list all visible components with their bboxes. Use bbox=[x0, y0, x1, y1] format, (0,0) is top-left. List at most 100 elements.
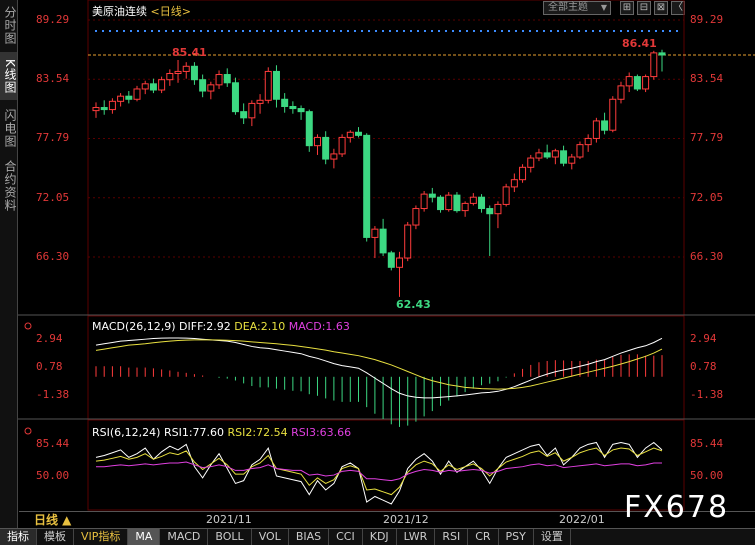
event-marker-dot bbox=[396, 30, 398, 32]
tb-psy[interactable]: PSY bbox=[499, 529, 534, 545]
low-annotation: 62.43 bbox=[396, 298, 431, 311]
event-marker-dot bbox=[641, 30, 643, 32]
price-tick-right: 83.54 bbox=[690, 72, 724, 85]
tb-macd[interactable]: MACD bbox=[160, 529, 209, 545]
kline-chart[interactable] bbox=[0, 0, 755, 545]
candle-body bbox=[338, 136, 346, 155]
tb-indicators[interactable]: 指标 bbox=[0, 529, 37, 545]
candle-body bbox=[658, 52, 666, 56]
event-marker-dot bbox=[116, 30, 118, 32]
event-marker-dot bbox=[130, 30, 132, 32]
macd-settings-icon bbox=[24, 322, 32, 330]
candle-body bbox=[371, 228, 379, 238]
tb-cci[interactable]: CCI bbox=[329, 529, 363, 545]
tb-cr[interactable]: CR bbox=[468, 529, 499, 545]
event-marker-dot bbox=[172, 30, 174, 32]
rsi3-line bbox=[96, 461, 662, 482]
event-marker-dot bbox=[634, 30, 636, 32]
macd-diff-line bbox=[95, 337, 663, 399]
event-marker-dot bbox=[648, 30, 650, 32]
candle-body bbox=[281, 98, 289, 107]
event-marker-dot bbox=[585, 30, 587, 32]
macd-legend: MACD(26,12,9) DIFF:2.92 DEA:2.10 MACD:1.… bbox=[92, 320, 350, 333]
event-marker-dot bbox=[459, 30, 461, 32]
tb-templates[interactable]: 模板 bbox=[37, 529, 74, 545]
candle-body bbox=[166, 73, 174, 81]
event-marker-dot bbox=[284, 30, 286, 32]
candle-body bbox=[551, 150, 559, 158]
tb-settings[interactable]: 设置 bbox=[534, 529, 571, 545]
tb-bias[interactable]: BIAS bbox=[289, 529, 330, 545]
candle-body bbox=[149, 83, 157, 91]
macd-label: MACD(26,12,9) bbox=[92, 320, 176, 333]
price-tick-right: 89.29 bbox=[690, 13, 724, 26]
candle-body bbox=[346, 131, 354, 138]
tb-ma[interactable]: MA bbox=[128, 529, 161, 545]
event-marker-dot bbox=[550, 30, 552, 32]
period-toggle[interactable]: 日线 ▲ bbox=[34, 511, 71, 528]
candle-body bbox=[404, 224, 412, 259]
event-marker-dot bbox=[627, 30, 629, 32]
candle-body bbox=[428, 193, 436, 198]
tb-vip-indicators[interactable]: VIP指标 bbox=[74, 529, 129, 545]
macd-dea-line bbox=[95, 339, 663, 390]
candle-body bbox=[272, 70, 280, 100]
candle-body bbox=[240, 111, 248, 119]
event-marker-dot bbox=[606, 30, 608, 32]
candle-body bbox=[412, 208, 420, 226]
tb-lwr[interactable]: LWR bbox=[397, 529, 436, 545]
candle-body bbox=[199, 79, 207, 92]
event-marker-dot bbox=[326, 30, 328, 32]
tb-rsi[interactable]: RSI bbox=[435, 529, 469, 545]
macd-diff-value: DIFF:2.92 bbox=[179, 320, 231, 333]
macd-tick-left: -1.38 bbox=[36, 388, 70, 401]
event-marker-dot bbox=[249, 30, 251, 32]
candle-body bbox=[379, 228, 387, 254]
event-marker-dot bbox=[193, 30, 195, 32]
event-marker-dot bbox=[186, 30, 188, 32]
rsi-tick-right: 85.44 bbox=[690, 437, 724, 450]
candle-body bbox=[215, 74, 223, 86]
event-marker-dot bbox=[662, 30, 664, 32]
candle-body bbox=[642, 76, 650, 90]
event-marker-dot bbox=[676, 30, 678, 32]
high-annotation-right: 86.41 bbox=[622, 37, 657, 50]
event-marker-dot bbox=[277, 30, 279, 32]
event-marker-dot bbox=[228, 30, 230, 32]
event-marker-dot bbox=[354, 30, 356, 32]
candle-body bbox=[141, 83, 149, 90]
candle-body bbox=[445, 194, 453, 211]
candle-body bbox=[158, 79, 166, 91]
rsi-settings-icon bbox=[24, 427, 32, 435]
event-marker-dot bbox=[123, 30, 125, 32]
event-marker-dot bbox=[669, 30, 671, 32]
watermark-logo: FX678 bbox=[624, 490, 730, 525]
tb-boll[interactable]: BOLL bbox=[208, 529, 252, 545]
event-marker-dot bbox=[179, 30, 181, 32]
date-label: 2022/01 bbox=[559, 513, 605, 526]
event-marker-dot bbox=[144, 30, 146, 32]
candle-body bbox=[486, 208, 494, 215]
event-marker-dot bbox=[571, 30, 573, 32]
tb-vol[interactable]: VOL bbox=[252, 529, 289, 545]
price-tick-left: 72.05 bbox=[36, 191, 70, 204]
event-marker-dot bbox=[480, 30, 482, 32]
date-label: 2021/12 bbox=[383, 513, 429, 526]
candle-body bbox=[650, 52, 658, 78]
candle-body bbox=[494, 203, 502, 215]
event-marker-dot bbox=[522, 30, 524, 32]
high-annotation-left: 85.41 bbox=[172, 46, 207, 59]
candle-body bbox=[387, 252, 395, 268]
candle-body bbox=[510, 179, 518, 188]
candle-body bbox=[576, 144, 584, 158]
rsi1-value: RSI1:77.60 bbox=[163, 426, 225, 439]
event-marker-dot bbox=[599, 30, 601, 32]
candle-body bbox=[190, 65, 198, 81]
candle-body bbox=[322, 136, 330, 160]
candle-body bbox=[502, 186, 510, 205]
event-marker-dot bbox=[613, 30, 615, 32]
candle-body bbox=[231, 82, 239, 113]
event-marker-dot bbox=[501, 30, 503, 32]
event-marker-dot bbox=[445, 30, 447, 32]
tb-kdj[interactable]: KDJ bbox=[363, 529, 397, 545]
